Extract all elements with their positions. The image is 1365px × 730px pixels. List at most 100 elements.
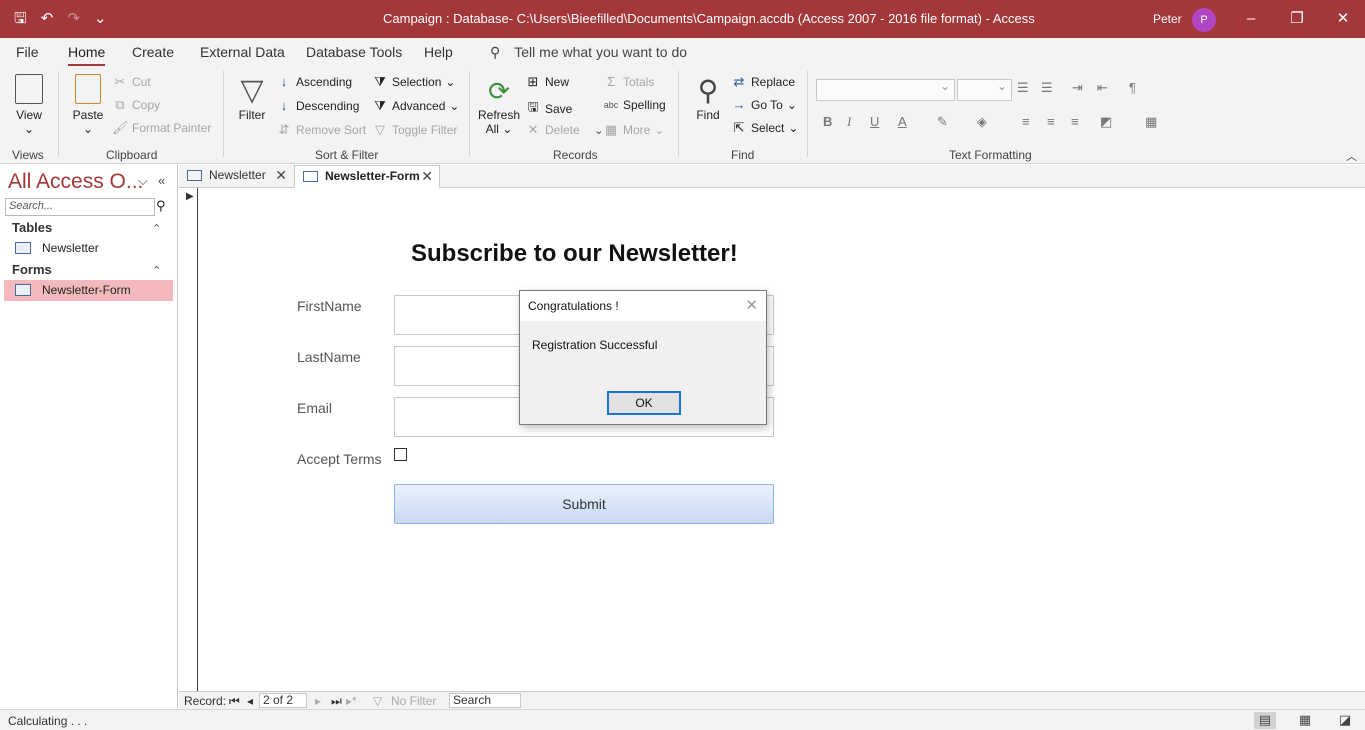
tab-external-data[interactable]: External Data [200,44,285,60]
find-button[interactable]: ⚲ Find [690,74,726,122]
italic-icon[interactable]: I [847,114,851,130]
refresh-all-button[interactable]: ⟳ Refresh All ⌄ [478,74,520,136]
toggle-filter-icon: ▽ [375,122,385,137]
filter-status[interactable]: No Filter [391,694,436,708]
group-label-sort-filter: Sort & Filter [315,148,379,162]
record-search-input[interactable]: Search [449,693,521,708]
go-to-button[interactable]: → Go To ⌄ [731,97,797,112]
toggle-filter-button[interactable]: ▽ Toggle Filter [372,122,457,138]
font-name-combo[interactable] [816,79,955,101]
paragraph-direction-icon[interactable]: ¶ [1129,80,1136,95]
tab-home[interactable]: Home [68,44,106,67]
increase-indent-icon[interactable]: ⇥ [1072,80,1083,96]
more-button[interactable]: ▦ More ⌄ [603,122,665,138]
design-view-icon[interactable]: ◪ [1334,712,1356,729]
avatar[interactable]: P [1192,8,1216,32]
numbering-icon[interactable]: ☰ [1041,80,1053,96]
ribbon-tabs: File Home Create External Data Database … [0,38,1365,67]
bold-icon[interactable]: B [823,114,832,129]
close-icon[interactable]: ✕ [275,165,287,186]
select-button[interactable]: ⇱ Select ⌄ [731,120,799,136]
save-label: Save [545,102,573,116]
font-size-combo[interactable] [957,79,1012,101]
filter-button[interactable]: ▽ Filter [234,74,270,122]
alternate-row-color-icon[interactable]: ◩ [1100,114,1112,130]
nav-item-newsletter-form[interactable]: Newsletter-Form [4,280,173,301]
nav-item-newsletter-table[interactable]: Newsletter [4,238,173,259]
section-header-tables[interactable]: Tables [12,220,52,235]
delete-record-button[interactable]: ✕ Delete ⌄ [525,122,604,138]
totals-button[interactable]: Σ Totals [603,74,654,89]
magnifier-icon: ⚲ [697,75,719,106]
decrease-indent-icon[interactable]: ⇤ [1097,80,1108,96]
nav-pane-title[interactable]: All Access O... [8,170,143,194]
delete-icon: ✕ [527,122,539,137]
nav-menu-icon[interactable]: ⌵ [138,173,148,189]
record-selector[interactable]: ▶ [179,188,198,691]
save-record-button[interactable]: 🖫 Save [525,98,572,120]
tab-database-tools[interactable]: Database Tools [306,44,402,60]
restore-icon[interactable]: ❐ [1285,8,1309,30]
format-painter-button[interactable]: 🖌 Format Painter [112,120,211,136]
nav-search-input[interactable]: Search... [5,198,155,216]
accept-terms-checkbox[interactable] [394,448,407,461]
replace-button[interactable]: ⇄ Replace [731,74,795,90]
redo-icon[interactable]: ↷ [67,9,80,29]
underline-icon[interactable]: U [870,114,879,129]
search-icon[interactable]: ⚲ [156,198,166,214]
doc-tab-label: Newsletter-Form [325,169,420,183]
section-header-forms[interactable]: Forms [12,262,52,277]
tab-file[interactable]: File [16,44,39,60]
ascending-button[interactable]: ↓ Ascending [276,74,352,89]
advanced-button[interactable]: ⧩ Advanced ⌄ [372,98,459,114]
doc-tab-newsletter-form[interactable]: Newsletter-Form ✕ [294,165,440,188]
align-left-icon[interactable]: ≡ [1022,114,1030,129]
gridlines-icon[interactable]: ▦ [1145,114,1157,130]
new-record-button[interactable]: ⊞ New [525,74,569,90]
save-icon[interactable]: 🖫 [14,9,27,29]
undo-icon[interactable]: ↶ [41,9,54,29]
first-record-icon[interactable]: ⏮ [229,694,240,709]
previous-record-icon[interactable]: ◂ [247,694,253,708]
new-record-icon[interactable]: ▸* [346,694,357,708]
close-icon[interactable]: ✕ [1331,8,1355,30]
collapse-section-icon[interactable]: ⌃ [152,222,161,235]
layout-view-icon[interactable]: ▦ [1294,712,1316,729]
minimize-icon[interactable]: – [1239,8,1263,30]
next-record-icon[interactable]: ▸ [315,694,321,708]
copy-button[interactable]: ⧉ Copy [112,97,160,113]
collapse-section-icon[interactable]: ⌃ [152,264,161,277]
group-divider [807,71,808,157]
last-record-icon[interactable]: ⏭ [331,694,342,709]
form-view-icon[interactable]: ▤ [1254,712,1276,729]
close-icon[interactable]: ✕ [421,166,433,187]
align-center-icon[interactable]: ≡ [1047,114,1055,129]
selection-button[interactable]: ⧩ Selection ⌄ [372,74,455,90]
view-button[interactable]: View ⌄ [10,74,48,136]
refresh-icon: ⟳ [488,76,510,106]
spelling-button[interactable]: abc Spelling [603,98,666,112]
cut-button[interactable]: ✂ Cut [112,74,151,90]
fill-color-icon[interactable]: ◈ [977,114,987,130]
remove-sort-button[interactable]: ⇵ Remove Sort [276,122,366,138]
brush-icon: 🖌 [112,120,129,135]
align-right-icon[interactable]: ≡ [1071,114,1079,129]
bullets-icon[interactable]: ☰ [1017,80,1029,96]
customize-toolbar-icon[interactable]: ⌄ [94,9,107,29]
go-to-label: Go To [751,97,783,112]
ok-button[interactable]: OK [607,391,681,415]
doc-tab-newsletter[interactable]: Newsletter ✕ [179,165,293,188]
current-record-field[interactable]: 2 of 2 [259,693,307,708]
tab-help[interactable]: Help [424,44,453,60]
highlight-icon[interactable]: ✎ [937,114,948,130]
tell-me-box[interactable]: ⚲ Tell me what you want to do [490,44,687,61]
collapse-ribbon-icon[interactable]: ︿ [1346,148,1357,164]
font-color-icon[interactable]: A [898,114,907,129]
descending-button[interactable]: ↓ Descending [276,98,360,113]
close-icon[interactable]: ✕ [745,296,758,314]
tab-create[interactable]: Create [132,44,174,60]
user-name[interactable]: Peter [1153,12,1182,26]
submit-button[interactable]: Submit [394,484,774,524]
collapse-pane-icon[interactable]: « [158,173,165,188]
paste-button[interactable]: Paste ⌄ [70,74,106,136]
